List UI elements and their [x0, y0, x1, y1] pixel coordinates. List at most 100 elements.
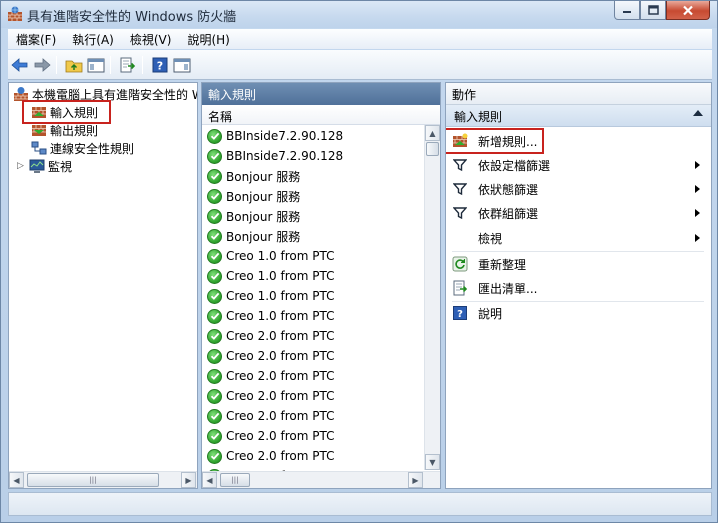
scroll-left-button[interactable]: ◀ — [9, 472, 24, 488]
export-list-button[interactable] — [118, 55, 138, 75]
table-row[interactable]: Creo 1.0 from PTC — [202, 266, 424, 286]
rule-name: Creo 1.0 from PTC — [226, 289, 335, 303]
export-icon — [120, 57, 136, 73]
filter-icon — [453, 159, 467, 172]
enabled-rule-icon — [207, 308, 222, 324]
table-row[interactable]: Bonjour 服務 — [202, 166, 424, 186]
rules-pane-header: 輸入規則 — [202, 83, 440, 105]
forward-arrow-icon — [34, 58, 51, 72]
scroll-down-button[interactable]: ▼ — [425, 454, 440, 470]
minimize-button[interactable] — [614, 1, 640, 20]
filter-icon — [453, 207, 467, 220]
rule-name: Bonjour 服務 — [226, 229, 301, 244]
enabled-rule-icon — [207, 448, 222, 464]
close-button[interactable] — [666, 1, 710, 20]
minimize-icon — [623, 11, 631, 13]
toolbar: ? — [8, 50, 712, 80]
action-label: 檢視 — [478, 231, 503, 246]
table-row[interactable]: Bonjour 服務 — [202, 226, 424, 246]
enabled-rule-icon — [207, 428, 222, 444]
rule-name: Creo 1.0 from PTC — [226, 309, 335, 323]
action-separator — [452, 301, 704, 302]
name-column-header[interactable]: 名稱 — [202, 105, 440, 125]
new-rule-highlight — [446, 128, 544, 154]
action-filter-by-state[interactable]: 依狀態篩選 — [452, 179, 704, 199]
table-row[interactable]: Creo 2.0 from PTC — [202, 346, 424, 366]
enabled-rule-icon — [207, 228, 222, 244]
scroll-thumb[interactable]: ||| — [220, 473, 250, 487]
table-row[interactable]: Creo 1.0 from PTC — [202, 306, 424, 326]
connection-security-icon — [31, 141, 47, 155]
enabled-rule-icon — [207, 168, 222, 184]
table-row[interactable]: Bonjour 服務 — [202, 186, 424, 206]
table-row[interactable]: Creo 2.0 from PTC — [202, 426, 424, 446]
scroll-right-button[interactable]: ▶ — [181, 472, 196, 488]
actions-section-inbound-rules[interactable]: 輸入規則 — [446, 105, 711, 127]
rule-name: Creo 2.0 from PTC — [226, 349, 335, 363]
action-help[interactable]: ? 說明 — [452, 303, 704, 323]
tree-horizontal-scrollbar[interactable]: ◀ ||| ▶ — [9, 471, 197, 488]
enabled-rule-icon — [207, 208, 222, 224]
action-label: 依狀態篩選 — [478, 182, 539, 197]
scroll-thumb[interactable] — [426, 142, 439, 156]
action-filter-by-group[interactable]: 依群組篩選 — [452, 203, 704, 223]
rules-horizontal-scrollbar[interactable]: ◀ ||| ▶ — [202, 471, 440, 488]
table-row[interactable]: BBInside7.2.90.128 — [202, 126, 424, 146]
scroll-thumb[interactable]: ||| — [27, 473, 159, 487]
title-bar[interactable]: 具有進階安全性的 Windows 防火牆 — [1, 1, 717, 28]
scroll-up-button[interactable]: ▲ — [425, 125, 440, 141]
enabled-rule-icon — [207, 248, 222, 264]
table-row[interactable]: Creo 2.0 from PTC — [202, 326, 424, 346]
scroll-left-button[interactable]: ◀ — [202, 472, 217, 488]
submenu-arrow-icon — [695, 234, 700, 242]
rules-list: BBInside7.2.90.128 BBInside7.2.90.128 Bonj… — [202, 126, 424, 486]
table-row[interactable]: Creo 2.0 from PTC — [202, 446, 424, 466]
action-export-list[interactable]: 匯出清單... — [452, 278, 704, 298]
show-hide-action-pane-button[interactable] — [172, 55, 192, 75]
collapse-arrow-icon[interactable] — [693, 110, 703, 116]
toolbar-separator — [56, 56, 57, 74]
show-hide-tree-button[interactable] — [86, 55, 106, 75]
filter-icon — [453, 183, 467, 196]
forward-button[interactable] — [32, 55, 52, 75]
action-view[interactable]: 檢視 — [452, 228, 704, 248]
menu-view[interactable]: 檢視(V) — [122, 31, 180, 48]
action-filter-by-profile[interactable]: 依設定檔篩選 — [452, 155, 704, 175]
tree-item-connection-security-rules[interactable]: 連線安全性規則 — [31, 139, 134, 157]
scroll-right-button[interactable]: ▶ — [408, 472, 423, 488]
enabled-rule-icon — [207, 128, 222, 144]
table-row[interactable]: Creo 1.0 from PTC — [202, 286, 424, 306]
rule-name: Creo 1.0 from PTC — [226, 269, 335, 283]
back-arrow-icon — [11, 58, 28, 72]
table-row[interactable]: Creo 2.0 from PTC — [202, 366, 424, 386]
action-separator — [452, 251, 704, 252]
rule-name: Creo 2.0 from PTC — [226, 429, 335, 443]
enabled-rule-icon — [207, 188, 222, 204]
submenu-arrow-icon — [695, 185, 700, 193]
table-row[interactable]: Creo 1.0 from PTC — [202, 246, 424, 266]
tree-item-monitoring[interactable]: ▷ 監視 — [17, 157, 72, 175]
actions-pane-header: 動作 — [446, 83, 711, 105]
rules-vertical-scrollbar[interactable]: ▲ ▼ — [424, 125, 440, 470]
table-row[interactable]: Creo 2.0 from PTC — [202, 386, 424, 406]
rule-name: BBInside7.2.90.128 — [226, 129, 344, 143]
actions-pane: 動作 輸入規則 新增規則... 依設定檔篩選 依狀態篩選 依群組篩選 檢視 重新… — [445, 82, 712, 489]
menu-help[interactable]: 說明(H) — [179, 31, 237, 48]
expand-icon[interactable]: ▷ — [17, 161, 27, 171]
menu-file[interactable]: 檔案(F) — [8, 31, 64, 48]
up-level-button[interactable] — [64, 55, 84, 75]
action-label: 依設定檔篩選 — [478, 158, 551, 173]
maximize-button[interactable] — [640, 1, 666, 20]
table-row[interactable]: BBInside7.2.90.128 — [202, 146, 424, 166]
rule-name: Creo 2.0 from PTC — [226, 329, 335, 343]
console-tree-pane: 本機電腦上具有進階安全性的 W 輸入規則 輸出規則 連線安全性規則 ▷ 監視 ◀… — [8, 82, 198, 489]
action-refresh[interactable]: 重新整理 — [452, 254, 704, 274]
back-button[interactable] — [10, 55, 30, 75]
menu-action[interactable]: 執行(A) — [64, 31, 122, 48]
table-row[interactable]: Creo 2.0 from PTC — [202, 406, 424, 426]
action-label: 匯出清單... — [478, 281, 538, 296]
action-label: 重新整理 — [478, 257, 527, 272]
help-button[interactable]: ? — [150, 55, 170, 75]
section-title: 輸入規則 — [454, 110, 503, 124]
table-row[interactable]: Bonjour 服務 — [202, 206, 424, 226]
